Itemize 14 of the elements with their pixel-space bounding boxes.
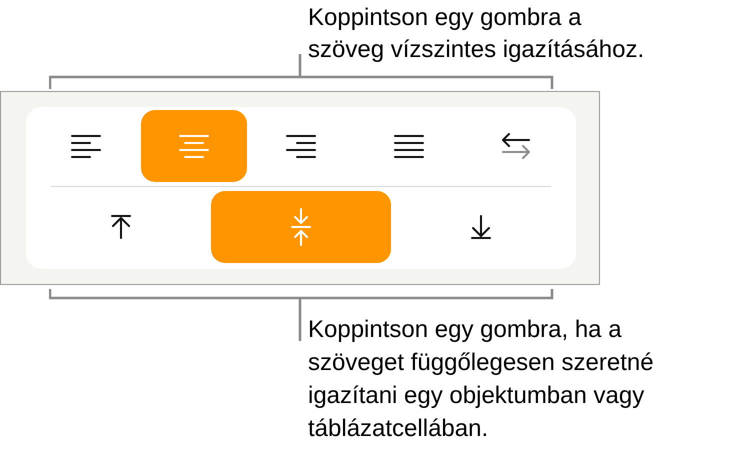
align-top-icon <box>110 214 132 240</box>
callout-text: Koppintson egy gombra, ha a <box>308 315 623 345</box>
swap-arrows-icon <box>501 132 531 160</box>
align-right-icon <box>286 133 316 159</box>
align-center-icon <box>178 133 208 159</box>
align-bottom-icon <box>470 214 492 240</box>
align-left-icon <box>71 133 101 159</box>
callout-text: Koppintson egy gombra a <box>308 3 583 33</box>
callout-text: igazítani egy objektumban vagy <box>308 381 646 411</box>
callout-text: szöveg vízszintes igazításához. <box>308 35 646 65</box>
align-justify-icon <box>394 133 424 159</box>
align-middle-icon <box>290 207 312 247</box>
callout-text: táblázatcellában. <box>308 414 490 444</box>
callout-text: szöveget függőlegesen szeretné <box>308 348 655 378</box>
